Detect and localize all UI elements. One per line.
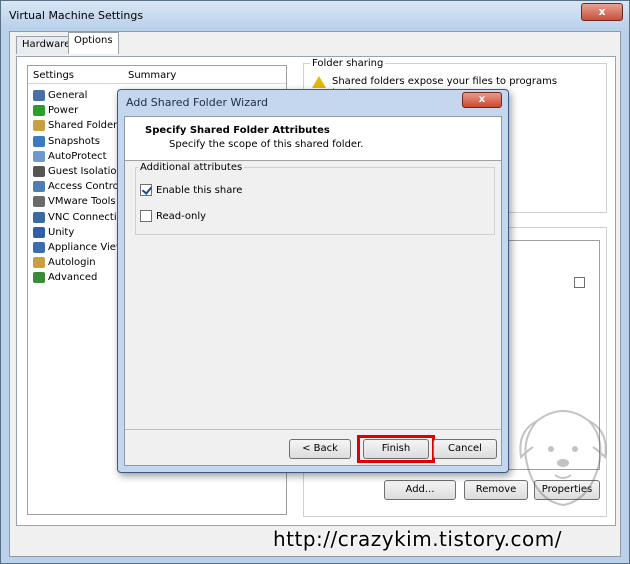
settings-item-label: Shared Folders bbox=[48, 120, 123, 132]
title-bar: Virtual Machine Settings x bbox=[1, 1, 629, 29]
folder-sharing-label: Folder sharing bbox=[310, 58, 386, 69]
enable-share-label[interactable]: Enable this share bbox=[156, 185, 242, 196]
appliance-view-icon bbox=[33, 242, 45, 253]
settings-item-label: Guest Isolation bbox=[48, 166, 123, 177]
advanced-icon bbox=[33, 272, 45, 284]
dialog-title: Add Shared Folder Wizard bbox=[126, 96, 269, 109]
additional-attributes-label: Additional attributes bbox=[138, 162, 245, 173]
cancel-button[interactable]: Cancel bbox=[433, 439, 497, 459]
shared-folders-icon bbox=[33, 120, 45, 132]
settings-item-snapshots[interactable]: Snapshots bbox=[33, 134, 100, 149]
settings-item-appliance-view[interactable]: Appliance View bbox=[33, 240, 124, 255]
add-shared-folder-wizard: Add Shared Folder Wizard x Specify Share… bbox=[117, 89, 509, 473]
footer-divider bbox=[125, 429, 501, 430]
unity-icon bbox=[33, 226, 45, 238]
autologin-icon bbox=[33, 257, 45, 269]
settings-item-label: Autologin bbox=[48, 257, 96, 269]
window-close-button[interactable]: x bbox=[581, 3, 623, 21]
read-only-label[interactable]: Read-only bbox=[156, 211, 206, 222]
settings-item-access-control[interactable]: Access Control bbox=[33, 179, 122, 194]
settings-item-label: Advanced bbox=[48, 272, 98, 284]
settings-item-vmware-tools[interactable]: VMware Tools bbox=[33, 194, 116, 209]
dialog-client: Specify Shared Folder Attributes Specify… bbox=[124, 116, 502, 466]
vm-settings-window: Virtual Machine Settings x Hardware Opti… bbox=[0, 0, 630, 564]
back-button[interactable]: < Back bbox=[289, 439, 351, 459]
settings-item-label: Appliance View bbox=[48, 242, 125, 253]
dialog-heading: Specify Shared Folder Attributes bbox=[145, 125, 330, 136]
settings-item-advanced[interactable]: Advanced bbox=[33, 270, 97, 285]
vmware-tools-icon bbox=[33, 196, 45, 208]
settings-item-general[interactable]: General bbox=[33, 88, 87, 103]
settings-item-label: Snapshots bbox=[48, 135, 100, 147]
finish-highlight bbox=[357, 435, 435, 463]
settings-item-autoprotect[interactable]: AutoProtect bbox=[33, 149, 107, 164]
settings-item-label: VMware Tools bbox=[48, 196, 116, 208]
warning-icon bbox=[312, 76, 326, 88]
column-summary[interactable]: Summary bbox=[128, 70, 176, 81]
settings-item-label: Access Control bbox=[48, 181, 122, 193]
settings-item-guest-isolation[interactable]: Guest Isolation bbox=[33, 164, 123, 179]
settings-item-label: Power bbox=[48, 105, 79, 117]
read-only-checkbox[interactable] bbox=[140, 210, 152, 222]
dialog-close-button[interactable]: x bbox=[462, 92, 502, 108]
settings-item-autologin[interactable]: Autologin bbox=[33, 255, 96, 270]
settings-item-power[interactable]: Power bbox=[33, 103, 78, 118]
tab-options[interactable]: Options bbox=[68, 32, 119, 54]
power-icon bbox=[33, 105, 45, 117]
settings-item-label: Unity bbox=[48, 226, 75, 238]
settings-item-unity[interactable]: Unity bbox=[33, 225, 74, 240]
guest-isolation-icon bbox=[33, 166, 45, 177]
access-control-icon bbox=[33, 181, 45, 193]
general-icon bbox=[33, 90, 45, 101]
settings-item-label: AutoProtect bbox=[48, 150, 107, 162]
dialog-subheading: Specify the scope of this shared folder. bbox=[169, 139, 364, 150]
enable-share-row[interactable]: Enable this share bbox=[140, 184, 242, 196]
watermark-url: http://crazykim.tistory.com/ bbox=[273, 527, 562, 551]
vnc-icon bbox=[33, 211, 45, 223]
column-settings[interactable]: Settings bbox=[33, 70, 74, 81]
settings-item-shared-folders[interactable]: Shared Folders bbox=[33, 118, 123, 133]
dialog-header: Specify Shared Folder Attributes Specify… bbox=[125, 117, 501, 161]
dog-doodle-icon bbox=[519, 410, 607, 507]
window-title: Virtual Machine Settings bbox=[9, 9, 144, 22]
autoprotect-icon bbox=[33, 150, 45, 162]
settings-list-header: Settings Summary bbox=[28, 66, 286, 84]
settings-item-label: General bbox=[48, 90, 88, 101]
enable-share-checkbox[interactable] bbox=[140, 184, 152, 196]
add-folder-button[interactable]: Add... bbox=[384, 480, 456, 500]
additional-attributes-group: Additional attributes Enable this share … bbox=[135, 162, 495, 235]
read-only-row[interactable]: Read-only bbox=[140, 210, 206, 222]
folder-checkbox[interactable] bbox=[574, 277, 585, 288]
snapshots-icon bbox=[33, 135, 45, 147]
